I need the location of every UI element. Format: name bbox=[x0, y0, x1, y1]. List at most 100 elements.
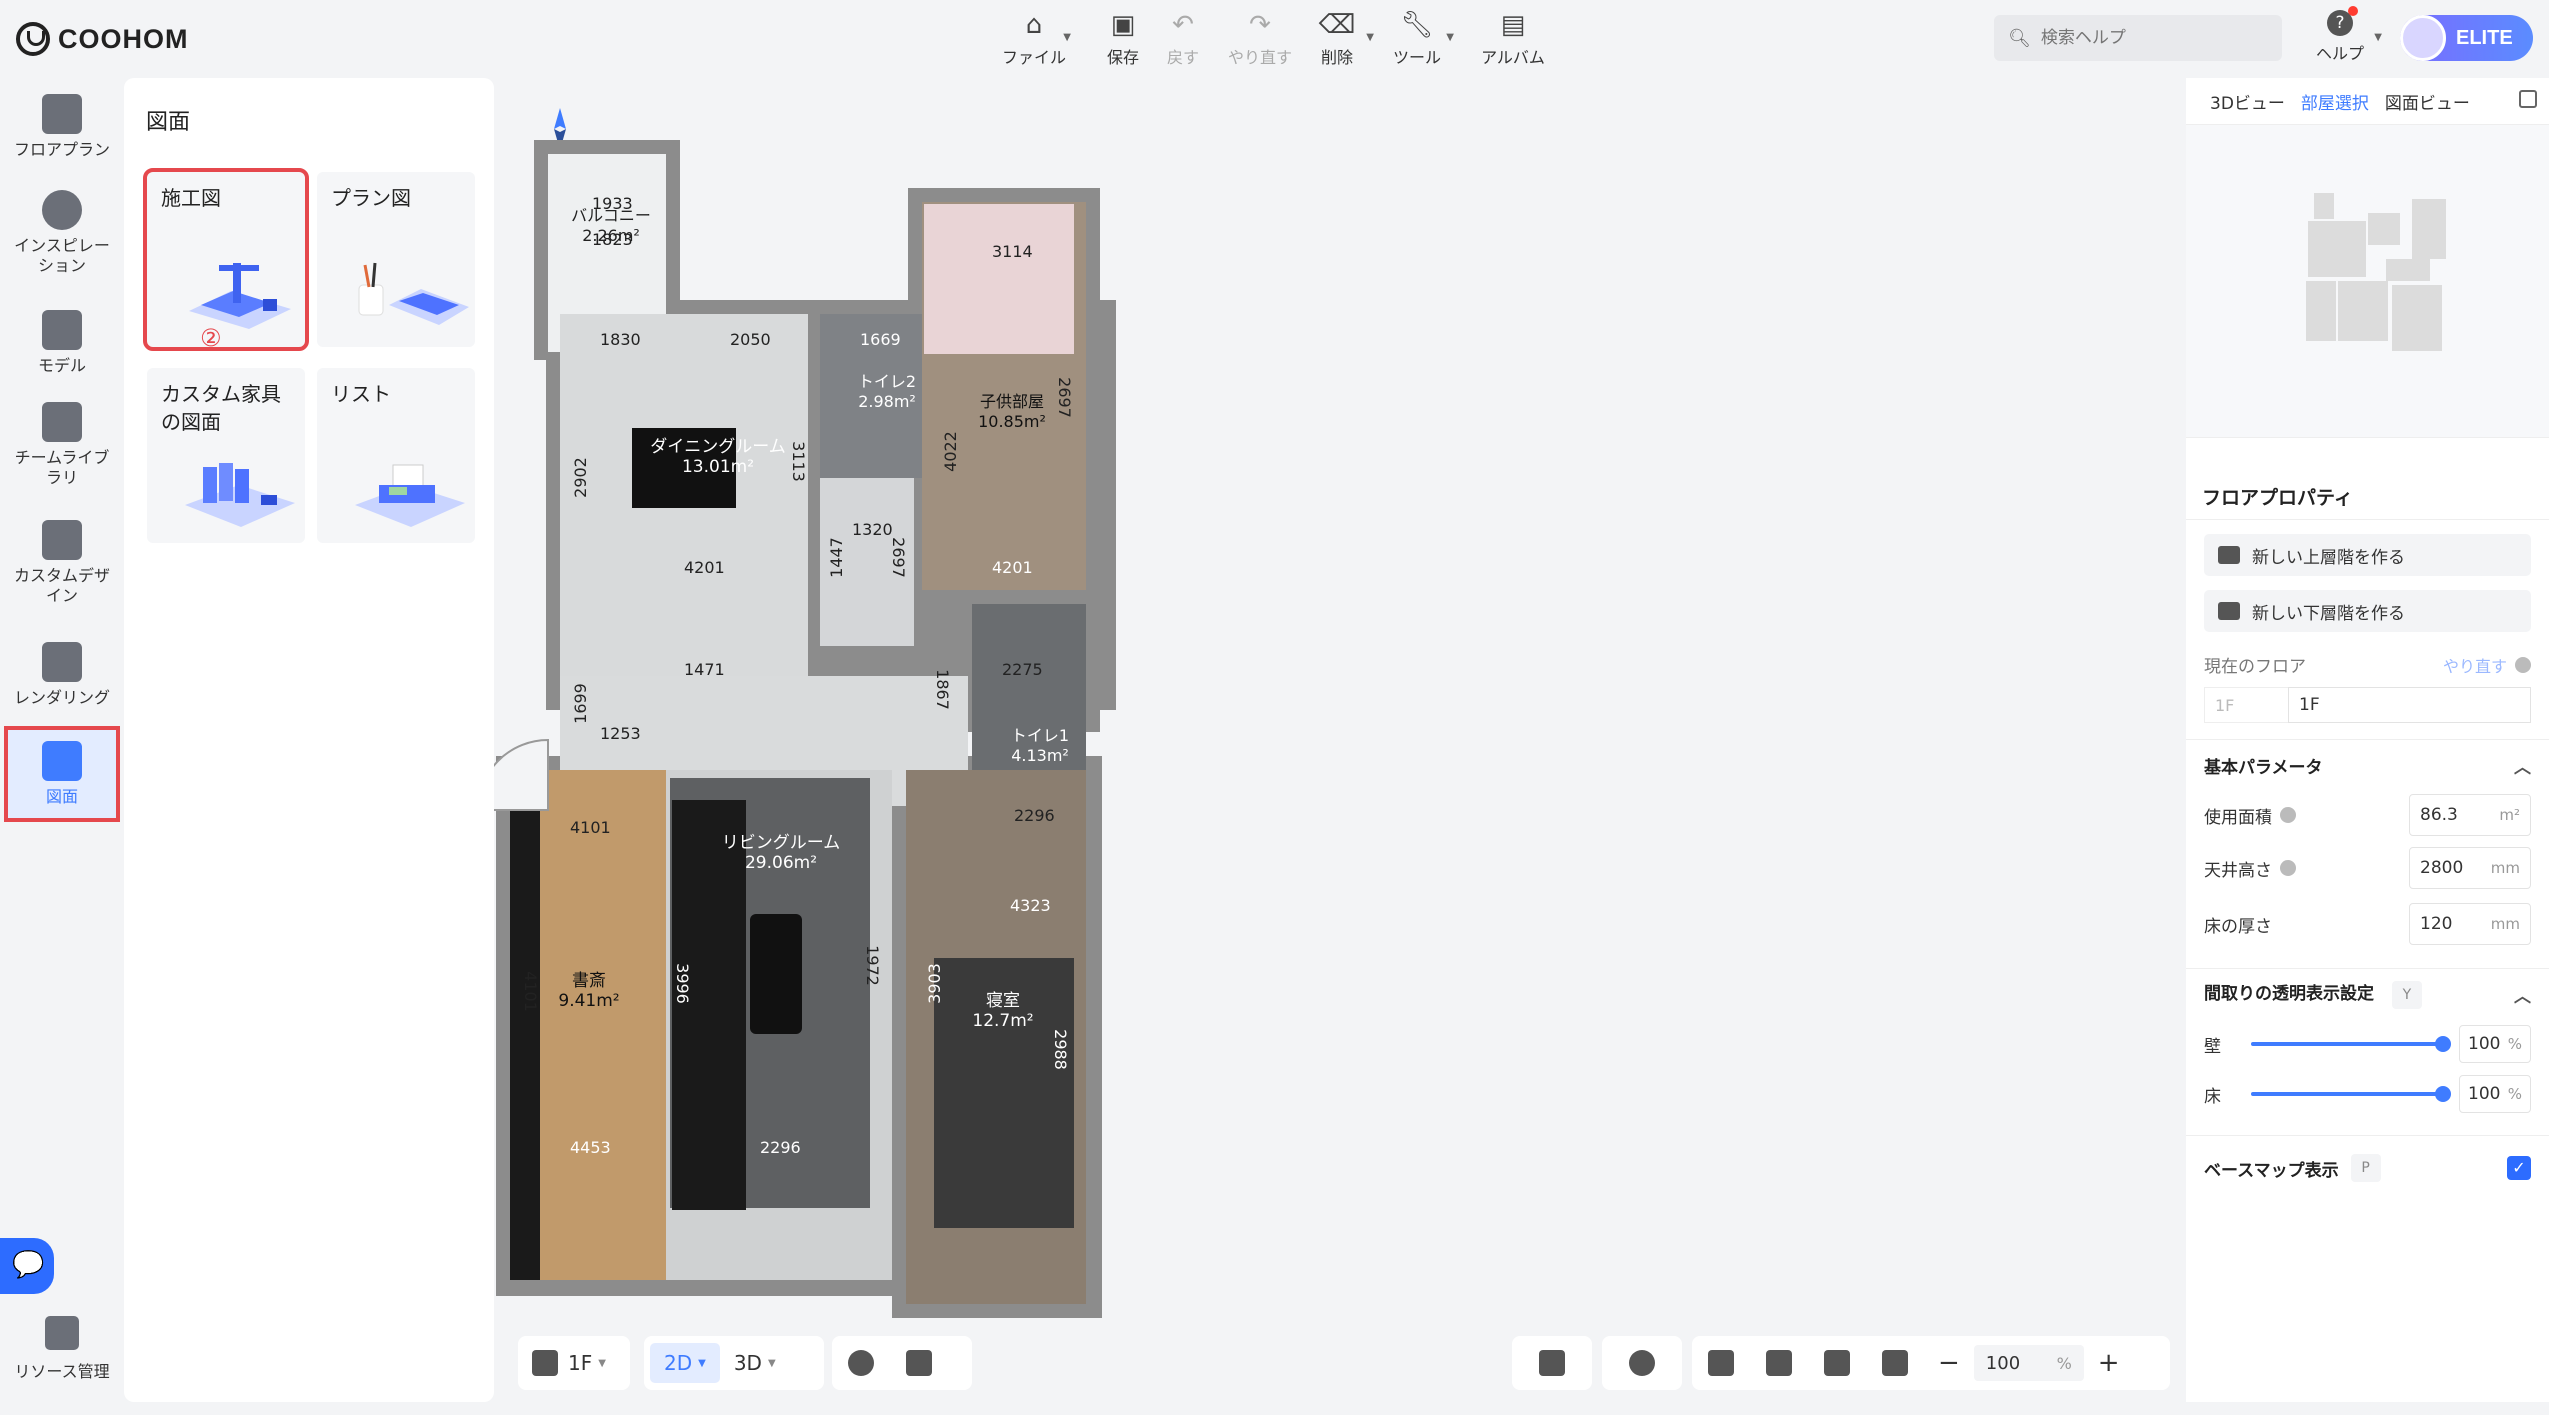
tab-3d-view[interactable]: 3Dビュー bbox=[2210, 89, 2285, 114]
chevron-up-icon: ︿ bbox=[2514, 757, 2531, 778]
zoom-region-icon[interactable] bbox=[1882, 1350, 1908, 1376]
room-area: 2.98m² bbox=[858, 392, 916, 411]
chevron-down-icon: ▼ bbox=[698, 1357, 706, 1369]
card-list[interactable]: リスト bbox=[317, 368, 475, 543]
floor-selector[interactable]: 1F ▼ bbox=[518, 1336, 630, 1390]
dim-label: 4101 bbox=[570, 818, 611, 837]
minimap[interactable] bbox=[2186, 124, 2549, 438]
left-nav: フロアプラン インスピレー ション モデル チームライブ ラリ カスタムデザ イ… bbox=[0, 76, 157, 1415]
redo-link[interactable]: やり直す bbox=[2443, 653, 2507, 677]
lightbulb-icon bbox=[42, 190, 82, 230]
unit: % bbox=[2507, 1085, 2522, 1103]
card-construction-drawing[interactable]: 施工図 bbox=[143, 168, 309, 351]
toggle-button[interactable] bbox=[1602, 1336, 1682, 1390]
basemap-label: ベースマップ表示 bbox=[2204, 1160, 2339, 1181]
nav-custom-design[interactable]: カスタムデザ イン bbox=[4, 520, 120, 606]
nav-models[interactable]: モデル bbox=[4, 310, 120, 376]
view-tools-group: − 100 % + bbox=[1692, 1336, 2170, 1390]
chat-button[interactable] bbox=[0, 1238, 54, 1294]
card-custom-furniture-drawing[interactable]: カスタム家具 の図面 bbox=[147, 368, 305, 543]
nav-team-library[interactable]: チームライブ ラリ bbox=[4, 402, 120, 488]
view-tabs: 3Dビュー 部屋選択 図面ビュー bbox=[2186, 78, 2549, 124]
floor-opacity-input[interactable]: 100 % bbox=[2459, 1075, 2531, 1113]
search-input[interactable] bbox=[2040, 28, 2261, 48]
help-menu[interactable]: ? ヘルプ ▼ bbox=[2310, 6, 2382, 64]
avatar bbox=[2400, 15, 2446, 61]
mode-3d-button[interactable]: 3D ▼ bbox=[720, 1343, 790, 1383]
floor-select[interactable]: 1F ▼ bbox=[568, 1343, 606, 1383]
tab-drawing-view[interactable]: 図面ビュー bbox=[2385, 89, 2470, 114]
logo[interactable]: COOHOM bbox=[16, 20, 189, 58]
props-title: フロアプロパティ bbox=[2202, 487, 2353, 509]
delete-menu[interactable]: ⌫ 削除 ▼ bbox=[1302, 8, 1374, 68]
room-area: 13.01m² bbox=[681, 457, 755, 477]
floor-label: 床 bbox=[2204, 1086, 2221, 1107]
dim-label: 3996 bbox=[672, 963, 692, 1004]
file-menu[interactable]: ⌂ ファイル ▼ bbox=[999, 8, 1071, 68]
zoom-input[interactable]: 100 % bbox=[1973, 1345, 2084, 1381]
basemap-checkbox[interactable]: ✓ bbox=[2507, 1156, 2531, 1180]
user-badge[interactable]: ELITE bbox=[2400, 15, 2533, 61]
wall-opacity-slider[interactable] bbox=[2251, 1036, 2451, 1052]
wrench-icon: 🔧︎ bbox=[1400, 10, 1434, 40]
canvas[interactable]: バルコニー 2.26m² ダイニングルーム 13.01m² トイレ2 2.98m… bbox=[494, 78, 2186, 1402]
wall-opacity-input[interactable]: 100 % bbox=[2459, 1025, 2531, 1063]
search-box[interactable]: 🔍︎ bbox=[1994, 15, 2282, 61]
nav-rendering[interactable]: レンダリング bbox=[4, 642, 120, 708]
usable-area-input[interactable]: 86.3 m² bbox=[2409, 794, 2531, 836]
dim-label: 1933 bbox=[592, 194, 633, 213]
floor-prefix-text: 1F bbox=[2215, 695, 2235, 715]
study-wardrobe bbox=[510, 770, 540, 1280]
album-button[interactable]: ▤ アルバム bbox=[1478, 8, 1548, 68]
dim-label: 1669 bbox=[860, 330, 901, 349]
lock-button[interactable] bbox=[1512, 1336, 1592, 1390]
tab-room-select[interactable]: 部屋選択 bbox=[2301, 89, 2369, 114]
dim-label: 2296 bbox=[760, 1138, 801, 1157]
ceiling-input[interactable]: 2800 mm bbox=[2409, 847, 2531, 889]
chevron-down-icon: ▼ bbox=[1063, 32, 1071, 43]
floor-opacity-slider[interactable] bbox=[2251, 1086, 2451, 1102]
card-title: プラン図 bbox=[331, 186, 411, 210]
new-lower-floor-button[interactable]: 新しい下層階を作る bbox=[2204, 590, 2531, 632]
floor-plan[interactable] bbox=[494, 78, 2186, 1402]
mode-2d-button[interactable]: 2D ▼ bbox=[650, 1343, 720, 1383]
wall-label: 壁 bbox=[2204, 1036, 2221, 1057]
zoom-out-button[interactable]: − bbox=[1924, 1343, 1974, 1383]
nav-inspiration[interactable]: インスピレー ション bbox=[4, 190, 120, 276]
unit: mm bbox=[2490, 859, 2520, 877]
album-label: アルバム bbox=[1481, 48, 1545, 67]
nav-drawings[interactable]: 図面 bbox=[4, 726, 120, 822]
album-icon: ▤ bbox=[1500, 10, 1526, 40]
tools-menu[interactable]: 🔧︎ ツール ▼ bbox=[1382, 8, 1454, 68]
basic-params-header[interactable]: 基本パラメータ ︿ bbox=[2204, 740, 2531, 790]
dim-label: 4453 bbox=[570, 1138, 611, 1157]
floor-name-input[interactable]: 1F bbox=[2288, 687, 2531, 723]
new-upper-floor-button[interactable]: 新しい上層階を作る bbox=[2204, 534, 2531, 576]
transparency-header[interactable]: 間取りの透明表示設定 Y ︿ bbox=[2204, 969, 2531, 1019]
logo-text: COOHOM bbox=[58, 23, 189, 54]
fit-screen-icon[interactable] bbox=[1824, 1350, 1850, 1376]
redo-button[interactable]: ↷ やり直す bbox=[1225, 8, 1295, 68]
room-name: ダイニングルーム bbox=[650, 437, 786, 457]
layers-icon bbox=[532, 1350, 558, 1376]
floor-opacity-row: 床 100 % bbox=[2204, 1069, 2531, 1119]
card-plan-drawing[interactable]: プラン図 bbox=[317, 172, 475, 347]
floor-prefix: 1F bbox=[2204, 687, 2288, 723]
cube-icon[interactable] bbox=[906, 1350, 932, 1376]
eye-icon[interactable] bbox=[848, 1350, 874, 1376]
dim-label: 2296 bbox=[1014, 806, 1055, 825]
box-icon bbox=[42, 520, 82, 560]
dim-label: 3903 bbox=[924, 963, 944, 1004]
button-label: 新しい下層階を作る bbox=[2252, 603, 2405, 624]
expand-icon[interactable] bbox=[2519, 90, 2537, 108]
dim-label: 1699 bbox=[570, 683, 590, 724]
undo-button[interactable]: ↶ 戻す bbox=[1148, 8, 1218, 68]
zoom-in-button[interactable]: + bbox=[2084, 1343, 2134, 1383]
resource-management-button[interactable]: リソース管理 bbox=[4, 1316, 120, 1382]
redo-label: やり直す bbox=[1227, 48, 1292, 67]
nav-floorplan[interactable]: フロアプラン bbox=[4, 94, 120, 160]
floor-thickness-input[interactable]: 120 mm bbox=[2409, 903, 2531, 945]
rotate-view-icon[interactable] bbox=[1766, 1350, 1792, 1376]
props-header: フロアプロパティ bbox=[2186, 474, 2549, 520]
image-icon[interactable] bbox=[1708, 1350, 1734, 1376]
